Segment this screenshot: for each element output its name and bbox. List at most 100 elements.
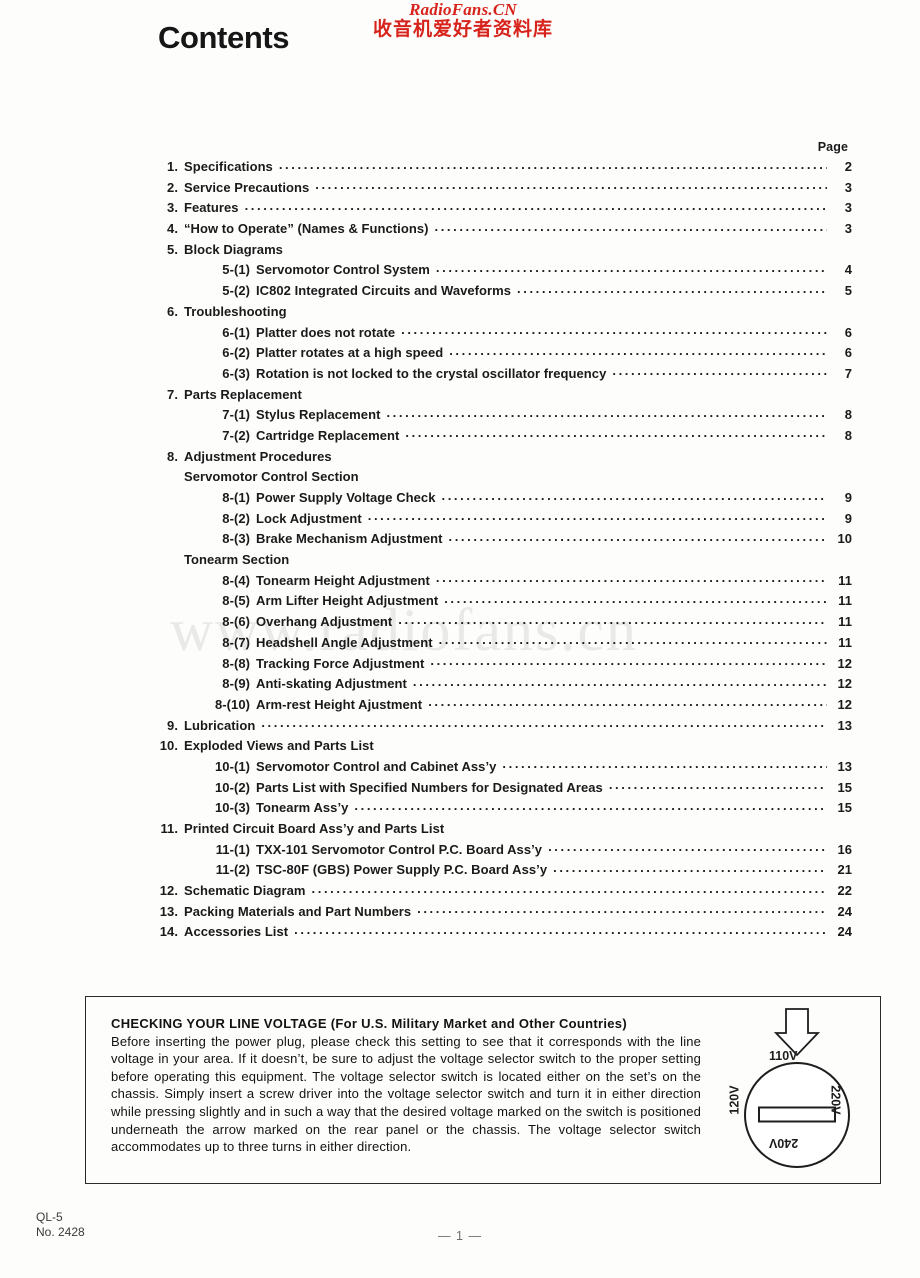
- toc-item-number: 10-(3): [215, 800, 250, 816]
- toc-item-number: 5.: [167, 241, 178, 257]
- toc-page-number: 10: [837, 531, 852, 547]
- toc-page-number: 12: [837, 655, 852, 671]
- toc-item-label: Servomotor Control and Cabinet Ass’y: [256, 758, 497, 774]
- toc-item-number: 7-(2): [222, 427, 250, 443]
- toc-item-number: 10-(2): [215, 779, 250, 795]
- voltage-label-220: 220V: [828, 1085, 843, 1115]
- toc-item-number: 8-(9): [222, 676, 250, 692]
- toc-page-number: 11: [838, 634, 852, 650]
- toc-item-number: 12.: [159, 883, 178, 899]
- toc-page-number: 7: [844, 365, 852, 381]
- toc-dot-leader: [386, 405, 827, 420]
- toc-page-number: 11: [838, 614, 852, 630]
- toc-item-label: Platter rotates at a high speed: [256, 345, 444, 361]
- toc-item-number: 11.: [160, 821, 178, 836]
- warning-text-block: CHECKING YOUR LINE VOLTAGE (For U.S. Mil…: [111, 1015, 701, 1156]
- toc-item-number: 11-(1): [215, 841, 250, 857]
- toc-item-label: Adjustment Procedures: [184, 448, 332, 464]
- toc-dot-leader: [413, 674, 827, 689]
- toc-row-list: 1. Specifications 2 2. Service Precautions 3 3…: [152, 159, 852, 945]
- toc-item-number: 9.: [167, 717, 178, 733]
- toc-item-number: 14.: [159, 924, 178, 940]
- toc-item-label: Printed Circuit Board Ass’y and Parts Li…: [184, 821, 445, 836]
- toc-row[interactable]: 14. Accessories List 24: [152, 924, 852, 945]
- toc-item-label: Tonearm Height Adjustment: [256, 572, 430, 588]
- table-of-contents: Page 1. Specifications 2 2. Service Precauti…: [152, 140, 852, 945]
- toc-page-number: 8: [844, 407, 852, 423]
- toc-dot-leader: [444, 591, 827, 606]
- toc-row[interactable]: 9. Lubrication 13: [152, 718, 852, 739]
- toc-dot-leader: [435, 219, 828, 234]
- toc-dot-leader: [436, 260, 827, 275]
- toc-dot-leader: [279, 157, 827, 172]
- toc-row[interactable]: 6-(3) Rotation is not locked to the cryst…: [152, 366, 852, 387]
- footer-page-marker: — 1 —: [438, 1229, 482, 1243]
- toc-row[interactable]: 10-(3) Tonearm Ass’y 15: [152, 800, 852, 821]
- document-page: www.radiofans.cn RadioFans.CN 收音机爱好者资料库 …: [0, 0, 920, 1278]
- toc-item-number: 11-(2): [215, 862, 250, 878]
- toc-item-label: “How to Operate” (Names & Functions): [184, 221, 429, 237]
- toc-item-label: Lock Adjustment: [256, 510, 362, 526]
- toc-item-label: Tonearm Section: [184, 552, 290, 568]
- toc-item-label: Servomotor Control System: [256, 262, 430, 278]
- toc-item-number: 1.: [167, 159, 178, 174]
- toc-page-number: 15: [837, 779, 852, 795]
- toc-item-number: 8-(7): [222, 634, 250, 650]
- toc-item-label: Specifications: [184, 159, 273, 174]
- toc-page-column-header: Page: [817, 140, 848, 154]
- toc-item-number: 10-(1): [215, 758, 250, 774]
- logo-english-text: RadioFans.CN: [409, 0, 517, 19]
- toc-page-number: 3: [844, 200, 852, 216]
- toc-item-number: 8-(10): [215, 696, 250, 712]
- toc-dot-leader: [312, 881, 827, 896]
- toc-item-label: Servomotor Control Section: [184, 469, 359, 485]
- toc-item-number: 8-(5): [222, 593, 250, 609]
- toc-item-number: 8.: [167, 448, 178, 464]
- toc-page-number: 24: [837, 903, 852, 919]
- toc-item-number: 8-(2): [222, 510, 250, 526]
- toc-row[interactable]: 7-(2) Cartridge Replacement 8: [152, 428, 852, 449]
- toc-dot-leader: [502, 756, 827, 771]
- toc-dot-leader: [261, 715, 827, 730]
- toc-page-number: 11: [838, 572, 852, 588]
- toc-item-label: Brake Mechanism Adjustment: [256, 531, 443, 547]
- radiofans-logo: RadioFans.CN 收音机爱好者资料库: [358, 1, 568, 39]
- voltage-label-120: 120V: [727, 1085, 742, 1115]
- toc-row[interactable]: 5-(2) IC802 Integrated Circuits and Wavef…: [152, 283, 852, 304]
- toc-item-label: TXX-101 Servomotor Control P.C. Board As…: [256, 841, 543, 857]
- toc-item-label: Arm-rest Height Ajustment: [256, 696, 423, 712]
- toc-dot-leader: [553, 860, 827, 875]
- toc-dot-leader: [405, 425, 827, 440]
- toc-item-number: 8-(1): [222, 490, 250, 505]
- toc-dot-leader: [436, 570, 827, 585]
- toc-dot-leader: [417, 901, 827, 916]
- toc-item-number: 7.: [167, 386, 178, 402]
- toc-row[interactable]: 8. Adjustment Procedures: [152, 449, 852, 470]
- voltage-label-240: 240V: [769, 1136, 799, 1150]
- toc-page-number: 6: [844, 324, 852, 340]
- toc-page-number: 15: [837, 800, 852, 816]
- toc-page-number: 5: [844, 283, 852, 299]
- toc-dot-leader: [612, 363, 827, 378]
- toc-row[interactable]: 4. “How to Operate” (Names & Functions) 3: [152, 221, 852, 242]
- toc-dot-leader: [449, 343, 827, 358]
- toc-row[interactable]: 8-(3) Brake Mechanism Adjustment 10: [152, 531, 852, 552]
- toc-dot-leader: [448, 529, 827, 544]
- toc-item-label: Troubleshooting: [184, 303, 287, 319]
- toc-page-number: 3: [844, 221, 852, 237]
- toc-item-number: 6-(2): [222, 345, 250, 361]
- toc-dot-leader: [609, 777, 827, 792]
- warning-heading: CHECKING YOUR LINE VOLTAGE (For U.S. Mil…: [111, 1016, 627, 1031]
- toc-dot-leader: [294, 922, 827, 937]
- toc-item-label: Packing Materials and Part Numbers: [184, 903, 412, 919]
- toc-page-number: 12: [837, 696, 852, 712]
- toc-page-number: 16: [837, 841, 852, 857]
- toc-item-label: Parts Replacement: [184, 386, 302, 402]
- page-title: Contents: [158, 20, 290, 55]
- toc-item-number: 8-(6): [222, 614, 250, 630]
- toc-item-label: Schematic Diagram: [184, 883, 306, 899]
- toc-dot-leader: [517, 281, 827, 296]
- toc-item-number: 13.: [159, 903, 178, 919]
- footer-model: QL-5: [36, 1210, 63, 1224]
- toc-item-number: 7-(1): [222, 407, 250, 423]
